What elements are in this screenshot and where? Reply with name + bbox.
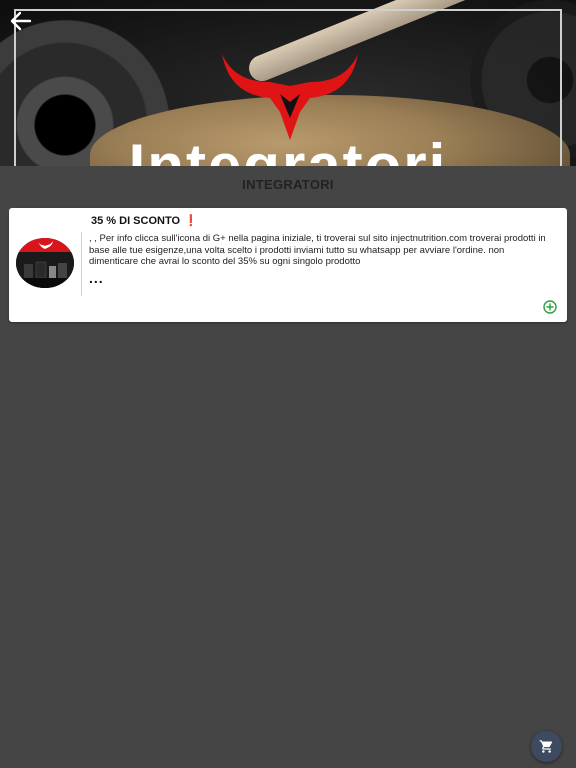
- bull-horns-logo-icon: [222, 54, 358, 140]
- exclamation-icon: ❗: [184, 215, 198, 227]
- divider: [81, 232, 82, 296]
- item-title: 35 % DI SCONTO ❗: [91, 214, 198, 227]
- item-title-text: 35 % DI SCONTO: [91, 215, 181, 227]
- back-button[interactable]: [8, 8, 34, 34]
- section-title: INTEGRATORI: [242, 177, 334, 192]
- arrow-left-icon: [10, 11, 32, 31]
- banner-title: Integratori: [128, 132, 448, 167]
- header-banner: Integratori: [0, 0, 576, 166]
- product-thumbnail: [16, 238, 74, 288]
- plus-circle-icon: [543, 300, 557, 314]
- cart-button[interactable]: [531, 731, 562, 762]
- item-description: , , Per info clicca sull'icona di G+ nel…: [89, 233, 546, 267]
- add-to-cart-button[interactable]: [543, 300, 557, 314]
- more-indicator[interactable]: ...: [89, 270, 104, 286]
- shopping-cart-icon: [539, 740, 553, 753]
- list-item[interactable]: 35 % DI SCONTO ❗ , , Per info clicca sull…: [9, 208, 567, 322]
